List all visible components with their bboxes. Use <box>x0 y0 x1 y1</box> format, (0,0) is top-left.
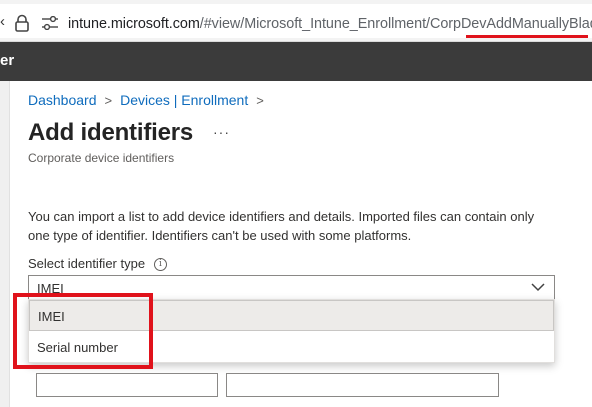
site-settings-icon[interactable] <box>41 16 59 30</box>
breadcrumb: Dashboard > Devices | Enrollment > <box>28 92 272 108</box>
url-field[interactable]: ‹ intune.microsoft.com/#view/Microsoft_I… <box>0 4 592 38</box>
lock-icon[interactable] <box>15 14 29 32</box>
url-host: intune.microsoft.com <box>68 16 200 32</box>
left-nav-strip <box>0 81 10 407</box>
portal-header: er <box>0 42 592 81</box>
browser-address-bar: ‹ intune.microsoft.com/#view/Microsoft_I… <box>0 0 592 42</box>
info-icon[interactable]: i <box>154 258 167 271</box>
back-icon[interactable]: ‹ <box>0 13 5 30</box>
more-options-icon[interactable]: ··· <box>213 124 230 140</box>
page-title: Add identifiers <box>28 119 194 146</box>
chevron-down-icon <box>531 283 545 292</box>
chevron-right-icon: > <box>104 93 113 108</box>
page-subtitle: Corporate device identifiers <box>28 151 175 165</box>
breadcrumb-devices-enrollment[interactable]: Devices | Enrollment <box>120 92 248 108</box>
portal-title[interactable]: er <box>0 52 14 69</box>
description-text: You can import a list to add device iden… <box>28 209 535 243</box>
url-path: /#view/Microsoft_Intune_Enrollment/CorpD… <box>199 16 592 32</box>
breadcrumb-dashboard[interactable]: Dashboard <box>28 92 97 108</box>
identifier-input[interactable] <box>36 373 218 397</box>
annotation-underline <box>466 35 588 38</box>
chevron-right-icon: > <box>256 93 264 108</box>
annotation-highlight-box <box>13 293 153 369</box>
url-text[interactable]: intune.microsoft.com/#view/Microsoft_Int… <box>68 16 592 32</box>
details-input[interactable] <box>226 373 499 397</box>
identifier-type-label: Select identifier type <box>28 256 146 271</box>
